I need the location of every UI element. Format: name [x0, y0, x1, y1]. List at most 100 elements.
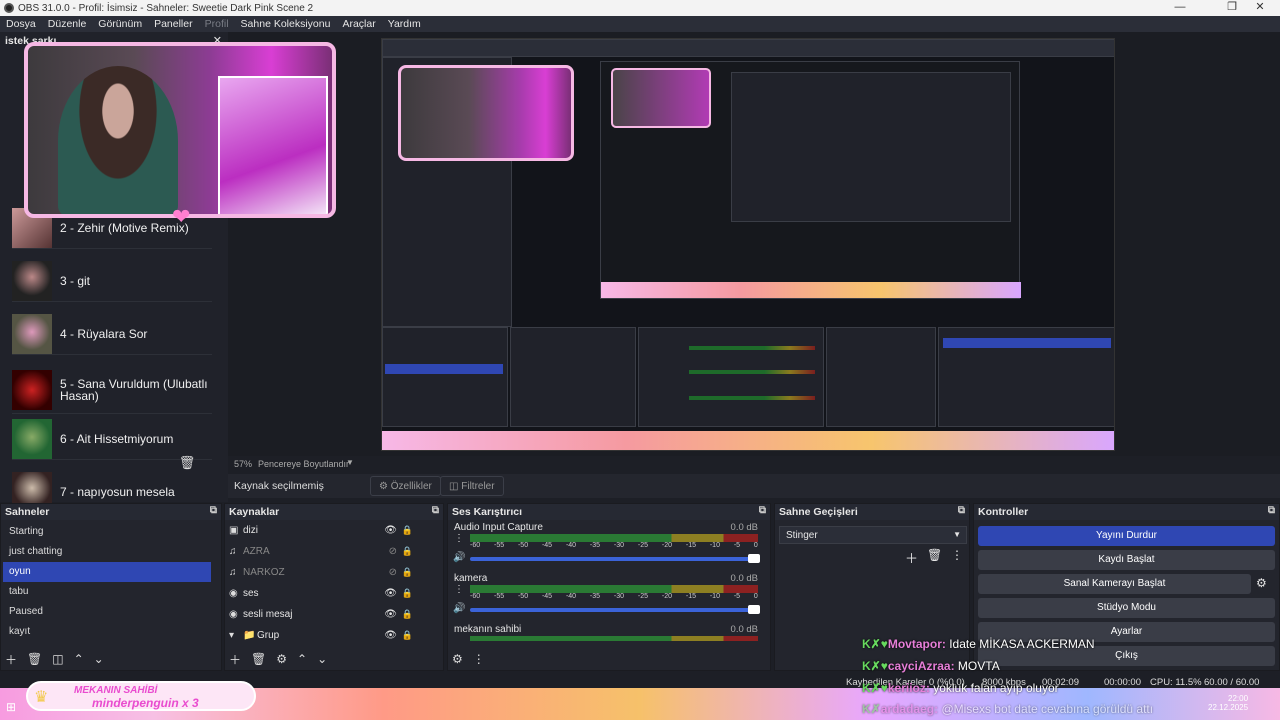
popout-icon[interactable]: ⧉ [210, 505, 217, 516]
menu-dosya[interactable]: Dosya [0, 18, 42, 30]
trash-icon[interactable]: 🗑 [178, 455, 196, 473]
mixer-channel: Audio Input Capture 0.0 dB ⋮ -60 -55 -50 -4… [448, 520, 770, 571]
volume-meter [470, 534, 758, 542]
scene-item[interactable]: tabu [3, 582, 211, 602]
fit-to-window-dropdown[interactable]: Pencereye Boyutlandır [258, 459, 349, 469]
source-item[interactable]: ▣ dizi 👁 🔒 [225, 520, 433, 541]
dock-header: Kaynaklar ⧉ [225, 504, 443, 520]
eye-icon[interactable]: 👁 [384, 630, 397, 641]
title-bar: OBS 31.0.0 - Profil: İsimsiz - Sahneler:… [0, 0, 1280, 16]
badge-icon: K✗♥ [862, 659, 888, 673]
source-item[interactable]: ▾ 📁 Grup 👁 🔒 [225, 625, 433, 646]
scenes-dock: Sahneler ⧉ Starting just chatting oyun ta… [0, 503, 222, 671]
close-icon[interactable]: ✕ [1240, 0, 1280, 16]
popout-icon[interactable]: ⧉ [958, 505, 965, 516]
add-icon[interactable]: ＋ [5, 651, 17, 668]
up-arrow-icon[interactable]: ⌃ [74, 652, 84, 666]
lock-icon[interactable]: 🔒 [402, 588, 413, 599]
lock-icon[interactable]: 🔒 [402, 525, 413, 536]
chevron-down-icon[interactable]: ▼ [346, 458, 354, 467]
trash-icon[interactable]: 🗑 [27, 652, 42, 666]
eye-hidden-icon[interactable]: ⊘ [389, 567, 397, 578]
slider-handle[interactable] [748, 554, 760, 563]
scene-item[interactable]: Paused [3, 602, 211, 622]
eye-icon[interactable]: 👁 [384, 525, 397, 536]
list-item[interactable]: 4 - Rüyalara Sor [12, 313, 212, 355]
chevron-down-icon[interactable]: ▾ [229, 630, 243, 641]
source-item[interactable]: ◉ ses 👁 🔒 [225, 583, 433, 604]
start-recording-button[interactable]: Kaydı Başlat [978, 550, 1275, 570]
lock-icon[interactable]: 🔒 [402, 630, 413, 641]
menu-profil[interactable]: Profil [199, 18, 235, 30]
list-item[interactable]: 3 - git [12, 260, 212, 302]
source-item[interactable]: ♫ NARKOZ ⊘ 🔒 [225, 562, 433, 583]
kebab-menu-icon[interactable]: ⋮ [951, 548, 963, 562]
lock-icon[interactable]: 🔒 [402, 609, 413, 620]
scene-item[interactable]: just chatting [3, 542, 211, 562]
menu-gorunum[interactable]: Görünüm [92, 18, 148, 30]
dock-title: Ses Karıştırıcı [452, 506, 523, 518]
source-item[interactable]: ♫ AZRA ⊘ 🔒 [225, 541, 433, 562]
menu-duzenle[interactable]: Düzenle [42, 18, 93, 30]
menu-yardim[interactable]: Yardım [382, 18, 427, 30]
channel-db: 0.0 dB [730, 624, 758, 635]
eye-icon[interactable]: 👁 [384, 588, 397, 599]
gear-icon[interactable]: ⚙ [276, 652, 287, 666]
popout-icon[interactable]: ⧉ [1268, 505, 1275, 516]
trash-icon[interactable]: 🗑 [251, 652, 266, 666]
program-preview[interactable] [381, 38, 1115, 451]
popout-icon[interactable]: ⧉ [432, 505, 439, 516]
song-title: 5 - Sana Vuruldum (Ulubatlı Hasan) [60, 376, 208, 403]
menu-paneller[interactable]: Paneller [148, 18, 199, 30]
studio-mode-button[interactable]: Stüdyo Modu [978, 598, 1275, 618]
windows-start-icon[interactable]: ⊞ [6, 700, 16, 714]
kebab-menu-icon[interactable]: ⋮ [454, 584, 464, 595]
source-toolbar: Kaynak seçilmemiş ⚙ Özellikler ◫ Filtrel… [228, 474, 1280, 498]
source-item[interactable]: ◉ sesli mesaj 👁 🔒 [225, 604, 433, 625]
menu-araclar[interactable]: Araçlar [336, 18, 381, 30]
transition-select[interactable]: Stinger ▼ [779, 526, 967, 544]
volume-slider[interactable] [470, 608, 758, 612]
filter-icon[interactable]: ◫ [52, 652, 63, 666]
list-item[interactable]: 6 - Ait Hissetmiyorum [12, 418, 212, 460]
kebab-menu-icon[interactable]: ⋮ [454, 533, 464, 544]
gear-icon[interactable]: ⚙ [452, 652, 463, 666]
scene-item-selected[interactable]: oyun [3, 562, 211, 582]
monitor-icon: ▣ [229, 525, 239, 536]
properties-button[interactable]: ⚙ Özellikler [370, 476, 441, 496]
kebab-menu-icon[interactable]: ⋮ [473, 652, 485, 666]
eye-hidden-icon[interactable]: ⊘ [389, 546, 397, 557]
up-arrow-icon[interactable]: ⌃ [297, 652, 307, 666]
speaker-icon[interactable]: 🔊 [453, 603, 465, 614]
menu-sahne-koleksiyonu[interactable]: Sahne Koleksiyonu [235, 18, 337, 30]
start-virtual-camera-button[interactable]: Sanal Kamerayı Başlat [978, 574, 1251, 594]
gear-icon[interactable]: ⚙ [1256, 576, 1267, 590]
channel-db: 0.0 dB [730, 522, 758, 533]
mixer-channel: kamera 0.0 dB ⋮ -60 -55 -50 -45 -40 -35 -30 -25… [448, 571, 770, 622]
audio-icon: ♫ [229, 546, 237, 557]
lock-icon[interactable]: 🔒 [402, 567, 413, 578]
filters-button[interactable]: ◫ Filtreler [440, 476, 504, 496]
top-donor-banner: ♛ MEKANIN SAHİBİ minderpenguin x 3 [26, 681, 256, 711]
audio-mixer-dock: Ses Karıştırıcı ⧉ Audio Input Capture 0.0… [447, 503, 771, 671]
trash-icon[interactable]: 🗑 [927, 548, 942, 562]
stop-streaming-button[interactable]: Yayını Durdur [978, 526, 1275, 546]
add-icon[interactable]: ＋ [229, 651, 241, 668]
chat-text: MOVTA [957, 659, 1000, 673]
volume-slider[interactable] [470, 557, 758, 561]
down-arrow-icon[interactable]: ⌄ [317, 652, 327, 666]
speaker-icon[interactable]: 🔊 [453, 552, 465, 563]
source-name: NARKOZ [243, 567, 285, 578]
popout-icon[interactable]: ⧉ [759, 505, 766, 516]
list-item[interactable]: 5 - Sana Vuruldum (Ulubatlı Hasan) [12, 366, 212, 414]
eye-icon[interactable]: 👁 [384, 609, 397, 620]
minimize-icon[interactable]: — [1160, 0, 1200, 16]
add-icon[interactable]: ＋ [905, 548, 918, 567]
lock-icon[interactable]: 🔒 [402, 546, 413, 557]
scene-item[interactable]: Starting [3, 522, 211, 542]
down-arrow-icon[interactable]: ⌄ [94, 652, 104, 666]
slider-handle[interactable] [748, 605, 760, 614]
scene-item[interactable]: kayıt [3, 622, 211, 642]
preview-zoom-bar: 57% Pencereye Boyutlandır ▼ [228, 456, 1280, 472]
filter-icon: ◫ [449, 481, 462, 492]
